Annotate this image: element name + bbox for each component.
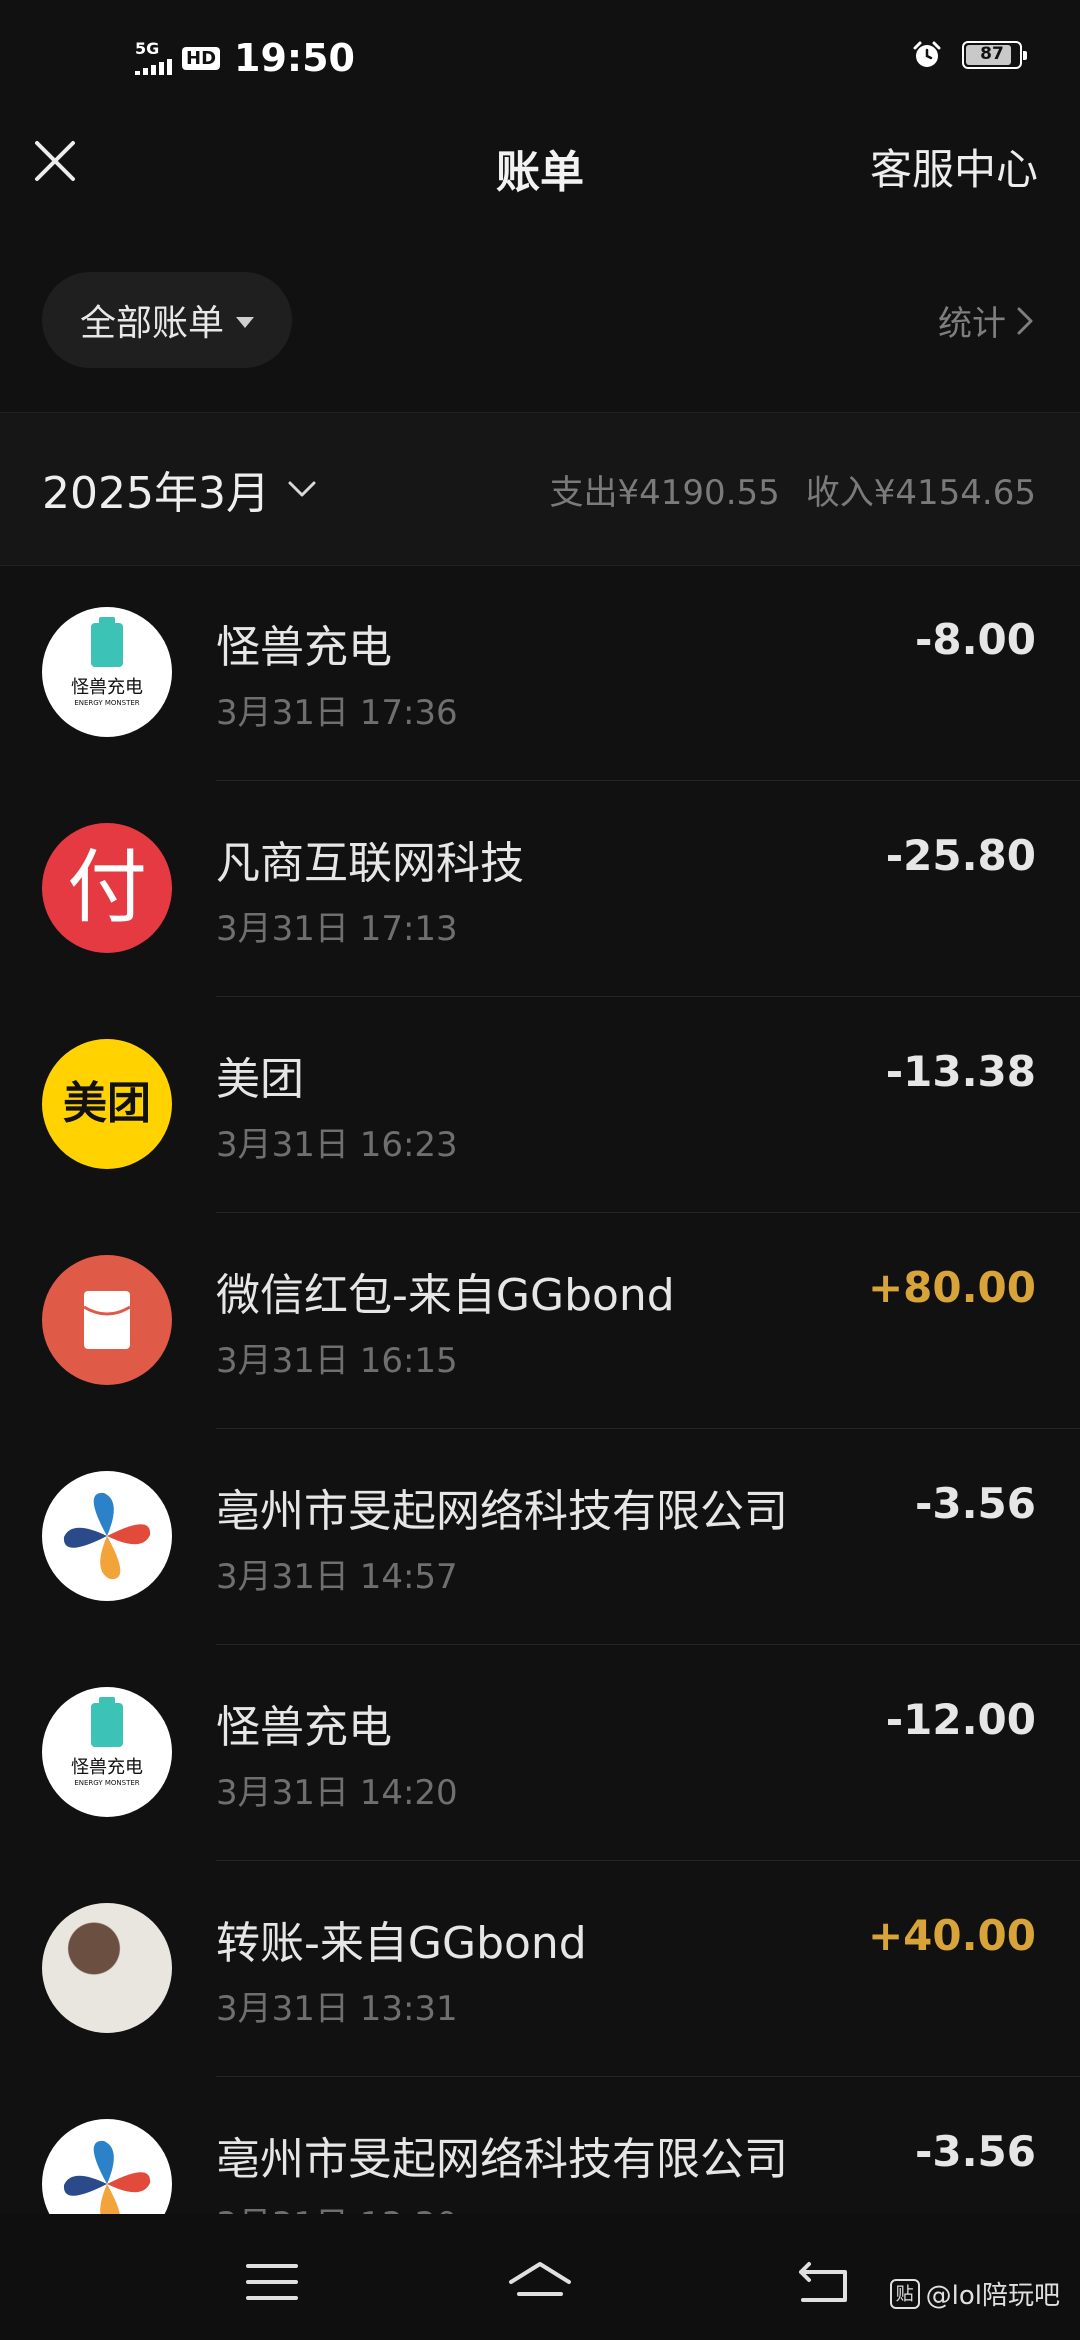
transaction-amount: +80.00 [867,1263,1036,1312]
watermark-text: @lol陪玩吧 [925,2281,1060,2311]
system-nav-bar: 贴 @lol陪玩吧 [0,2214,1080,2340]
tieba-icon: 贴 [889,2278,920,2309]
month-label: 2025年3月 [42,468,270,519]
transaction-row[interactable]: 美团 美团 3月31日 16:23 -13.38 [0,997,1080,1213]
network-type: 5G [135,39,160,58]
transaction-time: 3月31日 14:57 [216,1557,458,1597]
battery-text: 87 [980,44,1004,64]
watermark: 贴 @lol陪玩吧 [889,2275,1060,2312]
transaction-time: 3月31日 17:36 [216,693,458,733]
month-summary-bar: 2025年3月 支出¥4190.55 收入¥4154.65 [0,412,1080,566]
bill-filter-dropdown[interactable]: 全部账单 [42,272,292,368]
status-bar-right: 87 [912,40,1027,70]
transaction-amount: -3.56 [914,2127,1036,2176]
alarm-icon [913,41,941,67]
energy-monster-icon: 怪兽充电 ENERGY MONSTER [42,607,172,737]
transaction-row[interactable]: 付 凡商互联网科技 3月31日 17:13 -25.80 [0,781,1080,997]
caret-down-icon [236,316,254,328]
menu-icon[interactable] [242,2254,302,2310]
transaction-title: 转账-来自GGbond [216,1918,587,1969]
status-time: 19:50 [234,36,355,80]
home-icon[interactable] [505,2254,575,2310]
company-logo-icon [42,1471,172,1601]
transaction-title: 凡商互联网科技 [216,838,524,889]
customer-service-link[interactable]: 客服中心 [870,136,1038,197]
transaction-title: 亳州市旻起网络科技有限公司 [216,1486,788,1537]
statistics-link[interactable]: 统计 [938,296,1034,345]
transaction-row[interactable]: 转账-来自GGbond 3月31日 13:31 +40.00 [0,1861,1080,2077]
hd-badge: HD [182,46,221,70]
signal-icon: 5G [135,41,172,75]
transaction-row[interactable]: 怪兽充电 ENERGY MONSTER 怪兽充电 3月31日 14:20 -12… [0,1645,1080,1861]
transaction-time: 3月31日 16:15 [216,1341,458,1381]
transaction-row[interactable]: 微信红包-来自GGbond 3月31日 16:15 +80.00 [0,1213,1080,1429]
transaction-title: 亳州市旻起网络科技有限公司 [216,2134,788,2185]
battery-icon: 87 [962,41,1027,69]
transaction-time: 3月31日 13:31 [216,1989,458,2029]
transaction-row[interactable]: 亳州市旻起网络科技有限公司 3月31日 14:57 -3.56 [0,1429,1080,1645]
transaction-amount: -3.56 [914,1479,1036,1528]
transaction-row[interactable]: 怪兽充电 ENERGY MONSTER 怪兽充电 3月31日 17:36 -8.… [0,565,1080,781]
transaction-amount: -8.00 [914,615,1036,664]
chevron-down-icon [288,481,316,497]
income-total: 收入¥4154.65 [805,473,1036,513]
user-avatar [42,1903,172,2033]
transaction-amount: -13.38 [885,1047,1036,1096]
pay-icon: 付 [42,823,172,953]
expense-total: 支出¥4190.55 [549,473,780,513]
transaction-title: 怪兽充电 [216,622,392,673]
transaction-amount: -25.80 [885,831,1036,880]
chevron-right-icon [1017,307,1033,334]
bill-filter-label: 全部账单 [79,303,224,344]
transaction-time: 3月31日 14:20 [216,1773,458,1813]
status-bar: 5G HD 19:50 87 [0,0,1080,120]
statistics-label: 统计 [938,304,1006,344]
month-totals: 支出¥4190.55 收入¥4154.65 [550,465,1036,514]
meituan-icon: 美团 [42,1039,172,1169]
transaction-list: 怪兽充电 ENERGY MONSTER 怪兽充电 3月31日 17:36 -8.… [0,565,1080,2293]
transaction-time: 3月31日 16:23 [216,1125,458,1165]
transaction-amount: +40.00 [867,1911,1036,1960]
transaction-title: 微信红包-来自GGbond [216,1270,675,1321]
transaction-title: 怪兽充电 [216,1702,392,1753]
transaction-time: 3月31日 17:13 [216,909,458,949]
transaction-title: 美团 [216,1054,304,1105]
energy-monster-icon: 怪兽充电 ENERGY MONSTER [42,1687,172,1817]
month-selector[interactable]: 2025年3月 [42,457,318,521]
transaction-amount: -12.00 [885,1695,1036,1744]
red-packet-icon [42,1255,172,1385]
status-bar-left: 5G HD 19:50 [135,36,355,80]
back-icon[interactable] [795,2254,855,2310]
